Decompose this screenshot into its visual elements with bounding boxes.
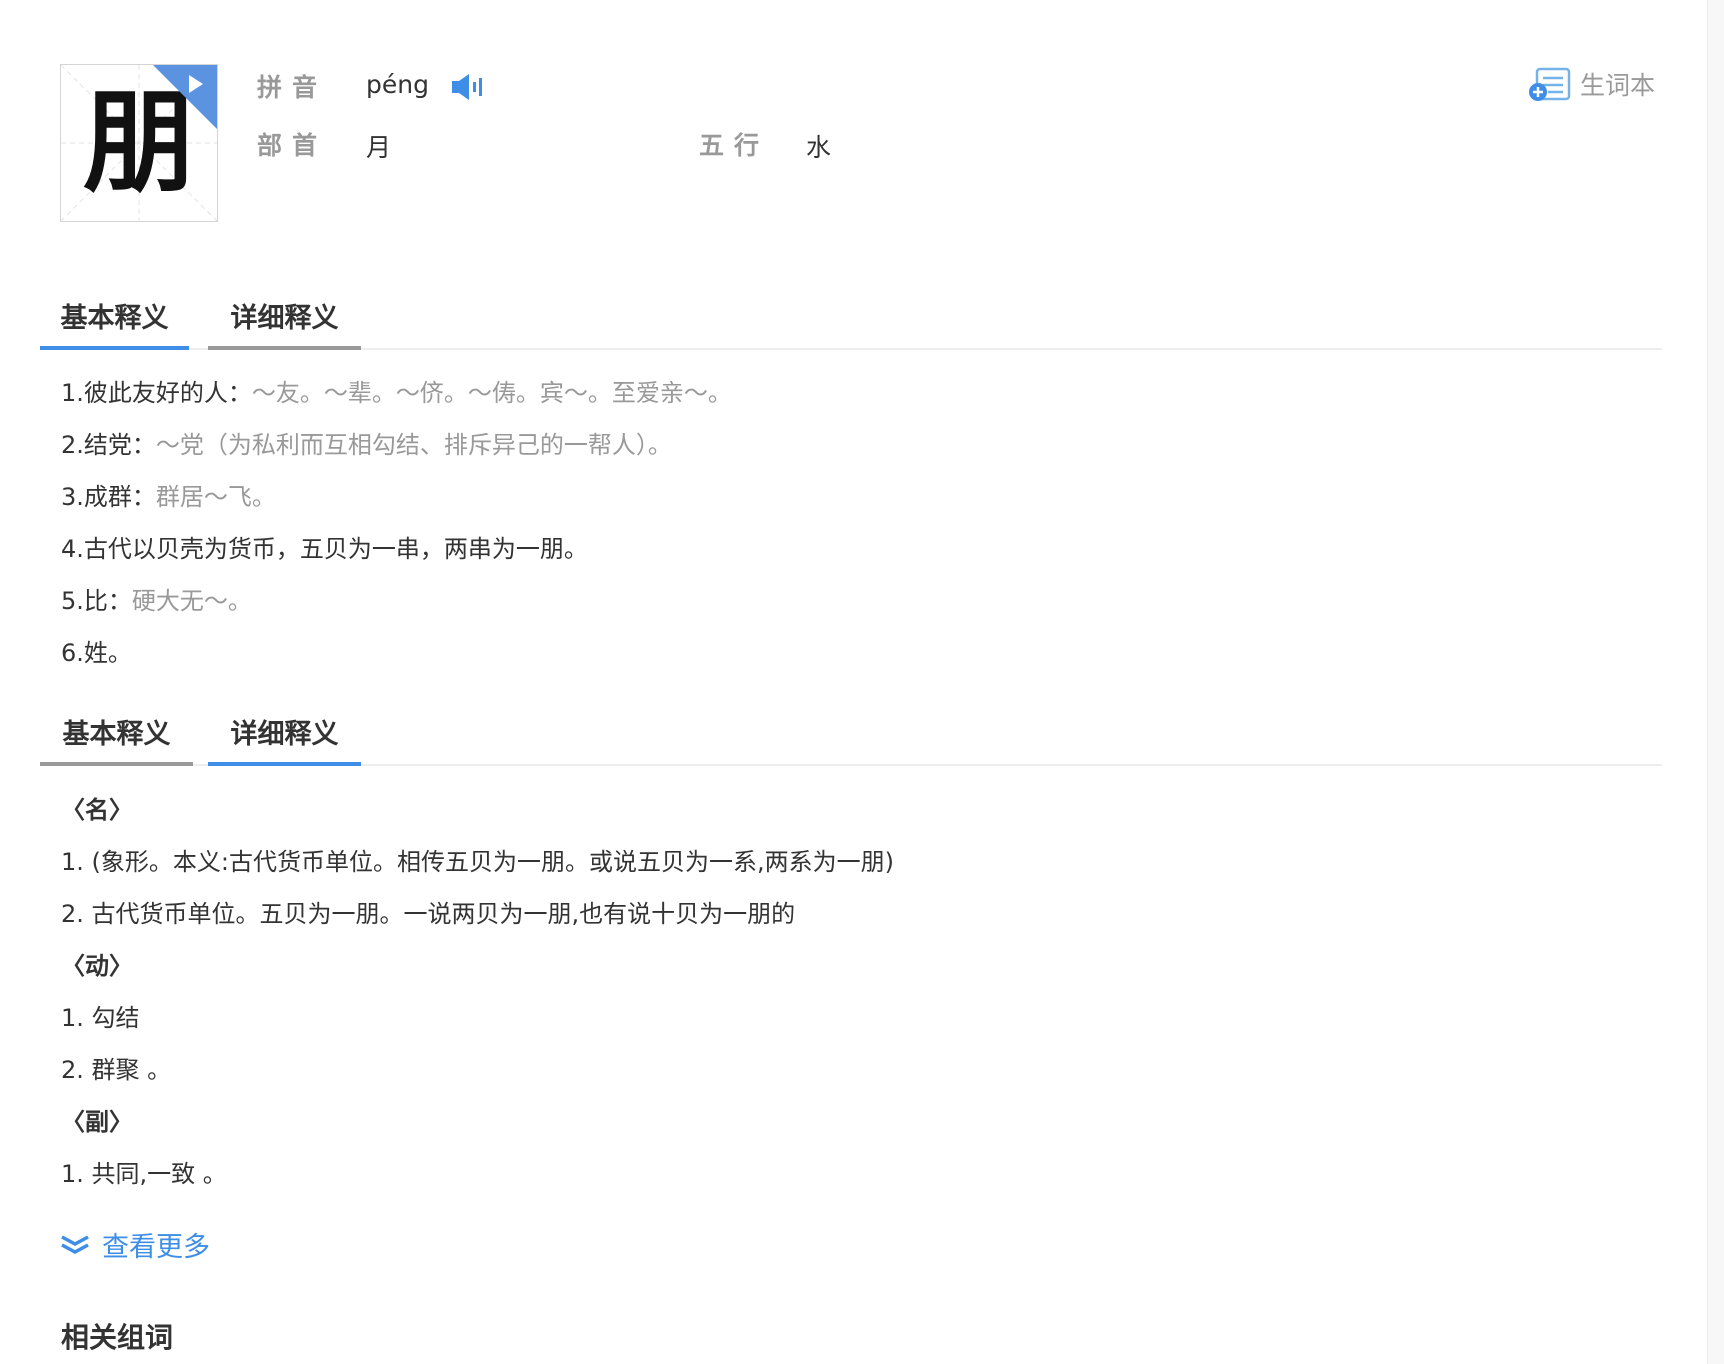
definition-tabs-detailed: 基本释义 详细释义 [40, 710, 1662, 766]
list-item: 1. (象形。本义:古代货币单位。相传五贝为一朋。或说五贝为一系,两系为一朋) [61, 848, 894, 876]
list-item: 1.彼此友好的人：～友。～辈。～侪。～俦。宾～。至爱亲～。 [61, 379, 732, 407]
list-item: 4.古代以贝壳为货币，五贝为一串，两串为一朋。 [61, 535, 588, 563]
see-more-label: 查看更多 [102, 1232, 210, 1263]
tab-detailed-definition[interactable]: 详细释义 [208, 710, 361, 766]
list-item: 2. 群聚 。 [61, 1056, 172, 1084]
list-item: 6.姓。 [61, 639, 132, 667]
speaker-icon[interactable] [450, 72, 484, 102]
character-card: 朋 [60, 64, 218, 222]
part-of-speech: 〈副〉 [61, 1108, 133, 1136]
list-item: 3.成群：群居～飞。 [61, 483, 276, 511]
pinyin-label: 拼音 [257, 73, 328, 102]
vocabulary-book-label: 生词本 [1580, 71, 1656, 100]
list-item: 1. 勾结 [61, 1004, 140, 1032]
list-item: 5.比：硬大无～。 [61, 587, 252, 615]
list-item: 2. 古代货币单位。五贝为一朋。一说两贝为一朋,也有说十贝为一朋的 [61, 900, 796, 928]
part-of-speech: 〈名〉 [61, 796, 133, 824]
related-words-title: 相关组词 [61, 1321, 174, 1354]
vocabulary-add-icon [1529, 67, 1571, 101]
see-more-link[interactable]: 查看更多 [60, 1225, 210, 1264]
vocabulary-book-button[interactable]: 生词本 [1528, 64, 1655, 104]
part-of-speech: 〈动〉 [61, 952, 133, 980]
pinyin-value: péng [366, 70, 429, 99]
tab-basic-definition[interactable]: 基本释义 [40, 294, 189, 350]
detailed-definition-list: 〈名〉 1. (象形。本义:古代货币单位。相传五贝为一朋。或说五贝为一系,两系为… [61, 784, 894, 1200]
radical-value: 月 [366, 133, 392, 162]
scrollbar[interactable] [1707, 0, 1724, 1364]
tab-basic-definition[interactable]: 基本释义 [40, 710, 193, 766]
list-item: 2.结党：～党（为私利而互相勾结、排斥异己的一帮人）。 [61, 431, 672, 459]
tab-detailed-definition[interactable]: 详细释义 [208, 294, 361, 350]
definition-tabs-basic: 基本释义 详细释义 [40, 294, 1662, 350]
wuxing-value: 水 [806, 133, 832, 162]
basic-definition-list: 1.彼此友好的人：～友。～辈。～侪。～俦。宾～。至爱亲～。 2.结党：～党（为私… [61, 367, 732, 679]
radical-label: 部首 [257, 131, 328, 160]
wuxing-label: 五行 [699, 131, 770, 160]
double-chevron-down-icon [61, 1234, 89, 1254]
play-icon [153, 65, 217, 129]
list-item: 1. 共同,一致 。 [61, 1160, 227, 1188]
stroke-play-button[interactable] [153, 65, 217, 129]
